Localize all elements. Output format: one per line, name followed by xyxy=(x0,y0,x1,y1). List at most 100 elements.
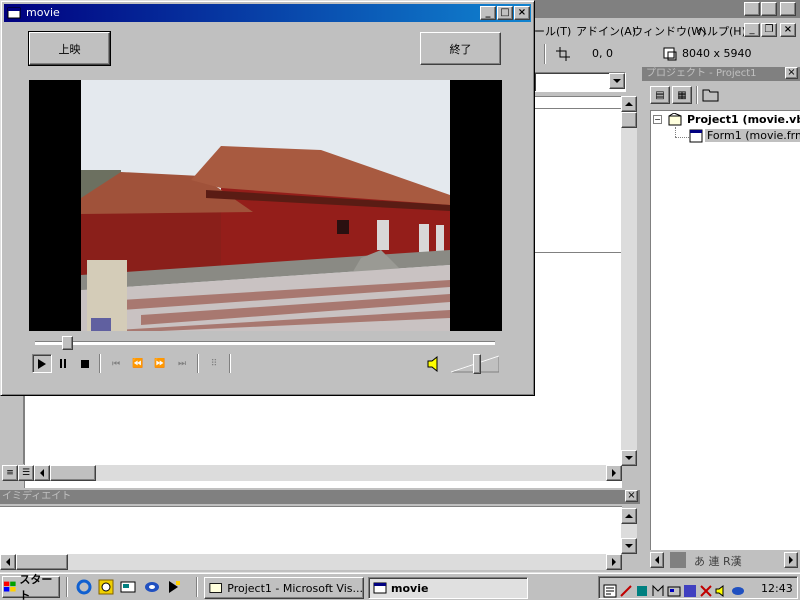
position-readout: 0, 0 xyxy=(592,47,613,60)
pause-button[interactable] xyxy=(53,354,73,373)
tree-form-item[interactable]: Form1 (movie.frm) xyxy=(705,129,800,142)
code-horizontal-scrollbar[interactable] xyxy=(34,465,622,481)
menu-addins[interactable]: アドイン(A) xyxy=(576,23,636,39)
immediate-scroll-right[interactable] xyxy=(606,554,622,570)
full-module-view-button[interactable]: ☰ xyxy=(18,465,34,481)
tree-project-root[interactable]: Project1 (movie.vb xyxy=(687,113,800,126)
taskbar-separator xyxy=(196,577,198,597)
immediate-title: イミディエイト xyxy=(2,491,72,502)
scroll-thumb[interactable] xyxy=(621,112,637,128)
code-editor-line xyxy=(534,252,622,253)
code-editor-line xyxy=(534,108,622,109)
task-button-movie-label: movie xyxy=(391,581,429,595)
mdi-close-button[interactable]: × xyxy=(780,23,796,37)
start-button[interactable]: スタート xyxy=(2,573,60,600)
size-icon xyxy=(663,47,677,61)
rewind-button[interactable]: ⏪ xyxy=(128,354,148,373)
palace-image xyxy=(81,80,450,331)
position-icon xyxy=(556,47,570,61)
project-icon xyxy=(668,113,682,126)
tray-app-icon[interactable] xyxy=(667,584,681,598)
channels-icon[interactable] xyxy=(144,579,160,595)
movie-minimize-button[interactable]: _ xyxy=(480,6,496,20)
panel-scroll-left[interactable] xyxy=(650,552,664,568)
volume-thumb[interactable] xyxy=(473,354,481,374)
ide-menubar: ール(T) アドイン(A) ウィンドウ(W) ヘルプ(H) _ ❐ × xyxy=(534,20,800,40)
project-panel-close-button[interactable]: × xyxy=(785,67,798,79)
immediate-h-thumb[interactable] xyxy=(16,554,68,570)
show-desktop-icon[interactable] xyxy=(120,579,136,595)
immediate-vertical-scrollbar[interactable] xyxy=(621,508,637,554)
form-icon xyxy=(689,129,703,143)
internet-explorer-icon[interactable] xyxy=(76,579,92,595)
scroll-left-button[interactable] xyxy=(34,465,50,481)
immediate-window: イミディエイト × xyxy=(0,488,640,572)
end-button-label: 終了 xyxy=(449,42,472,56)
ime-toolbar-icon[interactable] xyxy=(603,584,617,598)
clock[interactable]: 12:43 xyxy=(761,582,793,595)
video-display[interactable] xyxy=(29,80,502,331)
outlook-express-icon[interactable] xyxy=(98,579,114,595)
end-button[interactable]: 終了 xyxy=(420,32,501,65)
stop-button[interactable] xyxy=(75,354,95,373)
tray-app-icon[interactable] xyxy=(683,584,697,598)
code-view-bar: ≡ ☰ xyxy=(0,464,624,482)
immediate-scroll-down[interactable] xyxy=(621,538,637,554)
procedure-dropdown-button[interactable] xyxy=(609,73,625,89)
immediate-scroll-left[interactable] xyxy=(0,554,16,570)
mdi-restore-button[interactable]: ❐ xyxy=(761,23,777,37)
ide-maximize-button[interactable]: □ xyxy=(761,2,777,16)
tree-expand-icon[interactable]: − xyxy=(653,115,662,124)
volume-slider[interactable] xyxy=(451,354,499,374)
task-button-project1[interactable]: Project1 - Microsoft Vis... xyxy=(204,577,364,599)
tray-app-icon[interactable] xyxy=(651,584,665,598)
task-button-movie[interactable]: movie xyxy=(368,577,528,599)
tree-connector xyxy=(675,127,676,137)
volume-tray-icon[interactable] xyxy=(715,584,729,598)
seek-track xyxy=(35,341,495,345)
project-tree: − Project1 (movie.vb Form1 (movie.frm) xyxy=(650,110,800,550)
procedure-view-button[interactable]: ≡ xyxy=(2,465,18,481)
movie-maximize-button[interactable]: □ xyxy=(497,6,513,20)
play-button[interactable]: 上映 xyxy=(28,31,111,66)
panel-scroll-right[interactable] xyxy=(784,552,798,568)
immediate-scroll-up[interactable] xyxy=(621,508,637,524)
ide-minimize-button[interactable]: _ xyxy=(744,2,760,16)
h-scroll-thumb[interactable] xyxy=(50,465,96,481)
tray-app-icon[interactable] xyxy=(635,584,649,598)
movie-titlebar[interactable]: movie _ □ × xyxy=(4,4,531,22)
immediate-horizontal-scrollbar[interactable] xyxy=(0,554,622,570)
seek-thumb[interactable] xyxy=(62,336,73,350)
seek-bar[interactable] xyxy=(35,336,495,350)
mdi-minimize-button[interactable]: _ xyxy=(744,23,760,37)
movie-close-button[interactable]: × xyxy=(514,6,530,20)
scroll-right-button[interactable] xyxy=(606,465,622,481)
project-panel-titlebar: プロジェクト - Project1 × xyxy=(642,67,800,81)
vb-project-icon xyxy=(209,583,222,593)
pen-icon[interactable] xyxy=(619,584,633,598)
immediate-close-button[interactable]: × xyxy=(625,490,638,502)
markers-button[interactable]: ⠿ xyxy=(204,354,224,373)
skip-forward-button[interactable]: ⏭ xyxy=(172,354,192,373)
volume-speaker-icon[interactable] xyxy=(427,356,441,372)
toggle-folders-icon[interactable] xyxy=(702,87,720,103)
code-gutter xyxy=(0,396,24,464)
view-code-button[interactable]: ▤ xyxy=(650,86,670,104)
skip-back-button[interactable]: ⏮ xyxy=(106,354,126,373)
ime-indicator xyxy=(670,552,686,568)
menu-help[interactable]: ヘルプ(H) xyxy=(696,23,746,39)
view-object-button[interactable]: ▦ xyxy=(672,86,692,104)
ide-close-button[interactable]: × xyxy=(780,2,796,16)
ime-status: あ 連 R漢 xyxy=(694,555,742,568)
quick-launch-more-icon[interactable] xyxy=(166,579,182,595)
fast-forward-button[interactable]: ⏩ xyxy=(150,354,170,373)
immediate-content[interactable] xyxy=(0,506,622,554)
code-vertical-scrollbar[interactable] xyxy=(621,96,637,466)
menu-tools[interactable]: ール(T) xyxy=(534,23,571,39)
tray-app-icon[interactable] xyxy=(699,584,713,598)
scroll-up-button[interactable] xyxy=(621,96,637,112)
play-control-button[interactable] xyxy=(32,354,52,373)
procedure-dropdown[interactable] xyxy=(534,72,626,92)
tree-connector xyxy=(675,137,689,138)
tray-app-icon[interactable] xyxy=(731,584,745,598)
